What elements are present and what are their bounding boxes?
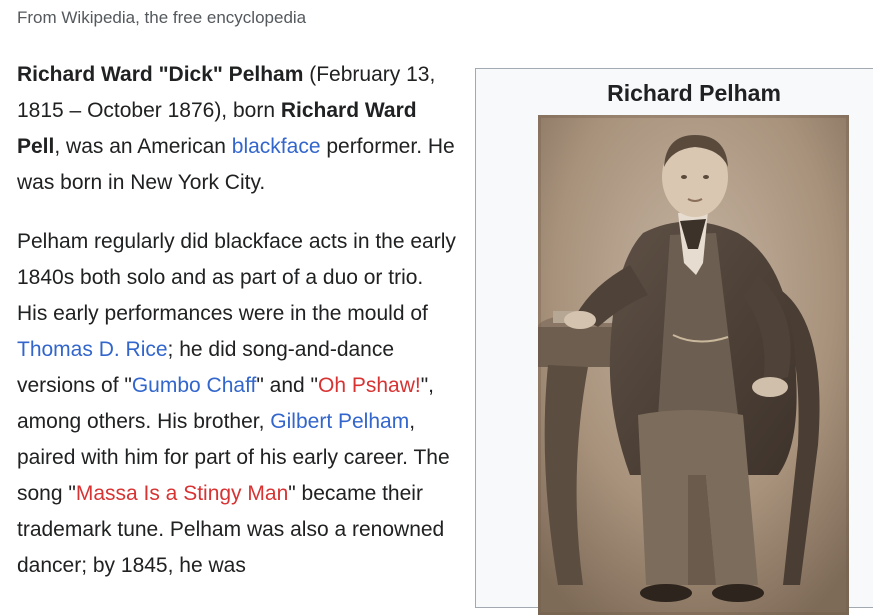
- link-oh-pshaw[interactable]: Oh Pshaw!: [318, 374, 421, 397]
- portrait-photo-illustration: [538, 115, 849, 615]
- article-body: Richard Ward "Dick" Pelham (February 13,…: [17, 57, 457, 607]
- link-blackface[interactable]: blackface: [232, 135, 321, 158]
- intro-paragraph: Richard Ward "Dick" Pelham (February 13,…: [17, 57, 457, 201]
- link-massa-is-a-stingy-man[interactable]: Massa Is a Stingy Man: [76, 482, 288, 505]
- portrait-image[interactable]: [538, 115, 849, 615]
- site-tagline: From Wikipedia, the free encyclopedia: [17, 8, 307, 27]
- infobox: Richard Pelham: [475, 68, 873, 615]
- link-gilbert-pelham[interactable]: Gilbert Pelham: [270, 410, 409, 433]
- text-span: " and ": [256, 374, 318, 397]
- text-span: , was an American: [54, 135, 232, 158]
- link-thomas-d-rice[interactable]: Thomas D. Rice: [17, 338, 168, 361]
- infobox-title: Richard Pelham: [607, 80, 781, 106]
- subject-name: Richard Ward "Dick" Pelham: [17, 63, 304, 86]
- text-span: Pelham regularly did blackface acts in t…: [17, 230, 456, 325]
- career-paragraph: Pelham regularly did blackface acts in t…: [17, 224, 457, 584]
- link-gumbo-chaff[interactable]: Gumbo Chaff: [132, 374, 257, 397]
